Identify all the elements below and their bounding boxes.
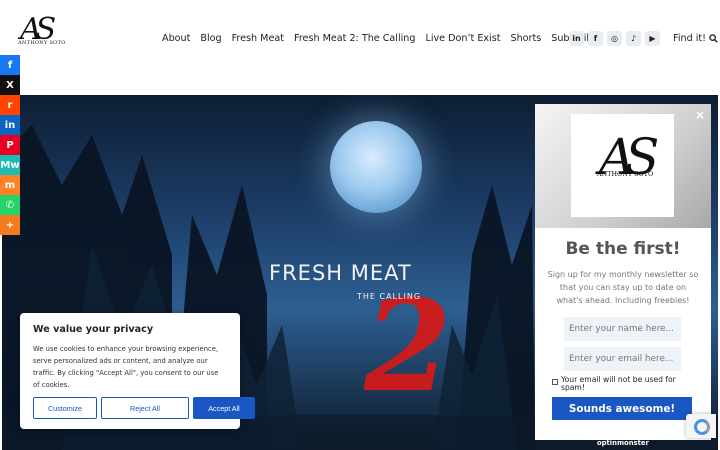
- instagram-icon[interactable]: ◎: [607, 31, 622, 46]
- mewe-share-icon[interactable]: Mw: [0, 155, 20, 175]
- cookie-body: We use cookies to enhance your browsing …: [33, 345, 219, 389]
- more-share-icon[interactable]: +: [0, 215, 20, 235]
- search-toggle[interactable]: Find it!: [673, 33, 718, 44]
- popup-description: Sign up for my monthly newsletter so tha…: [547, 270, 699, 305]
- share-bar: f Xr in P Mw m ✆ +: [0, 55, 20, 235]
- mix-share-icon[interactable]: m: [0, 175, 20, 195]
- linkedin-icon[interactable]: in: [569, 31, 584, 46]
- cookie-actions: Customize Reject All Accept All: [33, 397, 255, 419]
- site-logo[interactable]: AS ANTHONY SOTO: [16, 12, 65, 64]
- reddit-share-icon[interactable]: r: [0, 95, 20, 115]
- cookie-title: We value your privacy: [33, 324, 154, 335]
- optinmonster-brand[interactable]: optinmonster: [597, 439, 649, 447]
- nav-shorts[interactable]: Shorts: [511, 33, 542, 44]
- page: { "header": { "logo_mark": "AS", "logo_n…: [0, 0, 720, 450]
- linkedin-share-icon[interactable]: in: [0, 115, 20, 135]
- main-nav: About Blog Fresh Meat Fresh Meat 2: The …: [162, 33, 608, 44]
- consent-label: Your email will not be used for spam!: [561, 375, 676, 392]
- pinterest-share-icon[interactable]: P: [0, 135, 20, 155]
- consent-checkbox[interactable]: Your email will not be used for spam!: [552, 376, 702, 392]
- nav-blog[interactable]: Blog: [200, 33, 221, 44]
- popup-logo-name: ANTHONY SOTO: [597, 170, 654, 178]
- tiktok-icon[interactable]: ♪: [626, 31, 641, 46]
- nav-fresh-meat[interactable]: Fresh Meat: [232, 33, 284, 44]
- customize-button[interactable]: Customize: [33, 397, 97, 419]
- nav-fresh-meat-2[interactable]: Fresh Meat 2: The Calling: [294, 33, 415, 44]
- accept-all-button[interactable]: Accept All: [193, 397, 255, 419]
- checkbox-icon[interactable]: [552, 379, 558, 385]
- submit-button[interactable]: Sounds awesome!: [552, 397, 692, 420]
- whatsapp-share-icon[interactable]: ✆: [0, 195, 20, 215]
- hero-numeral: 2: [364, 272, 452, 420]
- search-icon: [709, 34, 718, 43]
- youtube-icon[interactable]: ▶: [645, 31, 660, 46]
- logo-name: ANTHONY SOTO: [18, 40, 66, 46]
- name-input[interactable]: [564, 317, 681, 341]
- popup-logo: AS ANTHONY SOTO: [571, 114, 674, 217]
- email-input[interactable]: [564, 347, 681, 371]
- newsletter-popup: × AS ANTHONY SOTO Be the first! Sign up …: [535, 104, 711, 440]
- close-icon[interactable]: ×: [695, 108, 705, 122]
- popup-heading: Be the first!: [565, 239, 681, 259]
- hero-subtitle: THE CALLING: [357, 292, 422, 301]
- search-label: Find it!: [673, 33, 706, 44]
- reject-all-button[interactable]: Reject All: [101, 397, 189, 419]
- hero-title: FRESH MEAT: [269, 261, 412, 285]
- social-links: in f ◎ ♪ ▶: [569, 31, 660, 46]
- cookie-banner: We value your privacy We use cookies to …: [20, 313, 255, 429]
- facebook-share-icon[interactable]: f: [0, 55, 20, 75]
- nav-live-dont-exist[interactable]: Live Don’t Exist: [425, 33, 500, 44]
- nav-about[interactable]: About: [162, 33, 190, 44]
- recaptcha-badge[interactable]: [686, 414, 716, 438]
- x-share-icon[interactable]: X: [0, 75, 20, 95]
- facebook-icon[interactable]: f: [588, 31, 603, 46]
